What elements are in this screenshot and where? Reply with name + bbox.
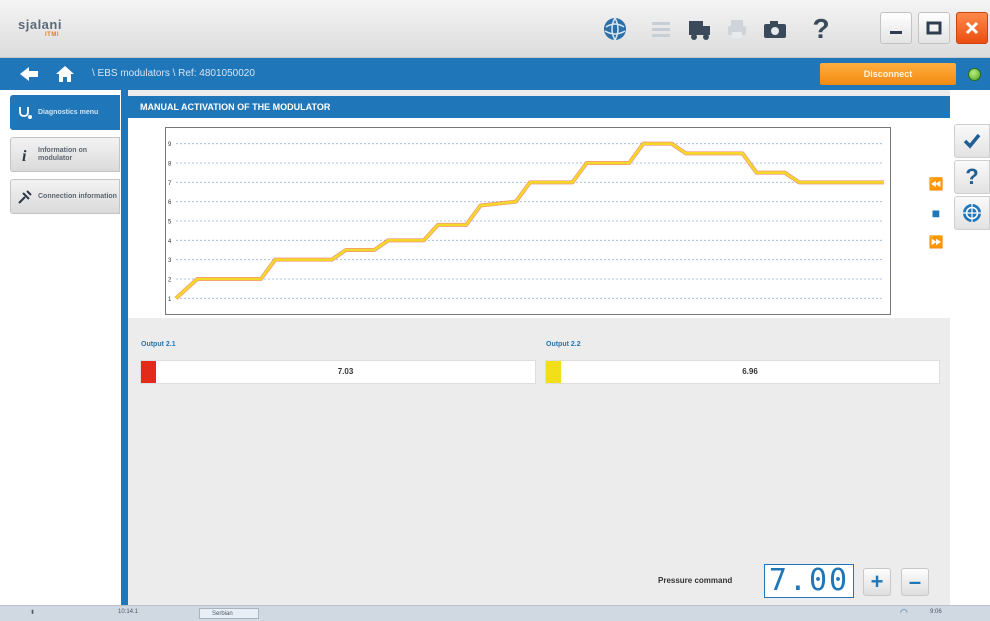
sidebar-item-connection-info[interactable]: Connection information: [10, 179, 120, 214]
truck-icon[interactable]: [684, 14, 714, 44]
minimize-button[interactable]: [880, 12, 912, 44]
right-toolbar: ?: [950, 90, 990, 605]
app-logo: sjalani ITMI: [18, 17, 62, 38]
pressure-chart: 1 2 3 4 5 6 7 8 9: [165, 127, 891, 315]
connection-icon: [17, 189, 33, 205]
main-panel: MANUAL ACTIVATION OF THE MODULATOR 1 2 3 4 5…: [128, 90, 950, 605]
forward-button[interactable]: ⏩: [925, 231, 947, 253]
output-2-1-swatch: [141, 361, 156, 383]
y-tick-label: 4: [168, 239, 172, 245]
rewind-button[interactable]: ⏪: [925, 173, 947, 195]
disconnect-button[interactable]: Disconnect: [820, 63, 956, 85]
panel-title: MANUAL ACTIVATION OF THE MODULATOR: [128, 96, 950, 118]
breadcrumb-bar: \ EBS modulators \ Ref: 4801050020 Disco…: [0, 58, 990, 90]
output-2-2-swatch: [546, 361, 561, 383]
taskbar: ⬍ 10:14:1 Serbian ◠ 9:06: [0, 605, 990, 621]
chart-area: 1 2 3 4 5 6 7 8 9 ⏪ ■ ⏩: [128, 118, 950, 318]
taskbar-time-text: 10:14:1: [118, 609, 139, 615]
output-2-1-bar: 7.03: [140, 360, 536, 384]
taskbar-clock: 9:06: [930, 609, 942, 615]
stethoscope-icon: [17, 105, 33, 121]
printer-icon[interactable]: [722, 14, 752, 44]
home-icon[interactable]: [54, 64, 76, 84]
output-2-1-value: 7.03: [337, 367, 354, 376]
svg-text:i: i: [22, 148, 27, 163]
sidebar-item-modulator-info[interactable]: i Information on modulator: [10, 137, 120, 172]
close-button[interactable]: [956, 12, 988, 44]
stop-button[interactable]: ■: [925, 202, 947, 224]
top-toolbar: sjalani ITMI ?: [0, 0, 990, 58]
y-tick-label: 3: [168, 258, 172, 264]
increase-pressure-button[interactable]: +: [863, 568, 891, 596]
target-button[interactable]: [954, 196, 990, 230]
pressure-command-label: Pressure command: [658, 576, 733, 585]
decrease-pressure-button[interactable]: –: [901, 568, 929, 596]
help-button[interactable]: ?: [954, 160, 990, 194]
camera-icon[interactable]: [760, 14, 790, 44]
wifi-icon: ◠: [900, 607, 908, 617]
y-tick-label: 1: [168, 297, 172, 303]
y-tick-label: 8: [168, 162, 172, 168]
sidebar-divider: [121, 90, 128, 605]
info-icon: i: [17, 147, 33, 163]
chart-svg: 1 2 3 4 5 6 7 8 9: [168, 141, 884, 303]
output-2-1-label: Output 2.1: [141, 341, 176, 348]
y-tick-label: 6: [168, 200, 172, 206]
y-tick-label: 9: [168, 142, 172, 148]
y-tick-label: 5: [168, 220, 172, 226]
breadcrumb: \ EBS modulators \ Ref: 4801050020: [92, 68, 255, 79]
target-icon: [963, 204, 981, 222]
help-icon[interactable]: ?: [806, 13, 836, 44]
pressure-command-display: 7.00: [764, 564, 854, 598]
taskbar-task[interactable]: Serbian: [199, 608, 259, 619]
maximize-button[interactable]: [918, 12, 950, 44]
connection-status-icon: [968, 68, 981, 81]
taskbar-pin-icon[interactable]: ⬍: [30, 609, 35, 616]
y-tick-label: 7: [168, 181, 172, 187]
validate-button[interactable]: [954, 124, 990, 158]
globe-icon[interactable]: [600, 14, 630, 44]
output-2-2-bar: 6.96: [545, 360, 940, 384]
back-arrow-icon[interactable]: [18, 64, 40, 84]
output-2-2-value: 6.96: [742, 367, 758, 376]
sidebar: Diagnostics menu i Information on modula…: [0, 90, 121, 605]
y-tick-label: 2: [168, 278, 172, 284]
output-2-2-label: Output 2.2: [546, 341, 581, 348]
check-icon: [963, 133, 981, 149]
sidebar-item-diagnostics-menu[interactable]: Diagnostics menu: [10, 95, 120, 130]
help-icon: ?: [965, 164, 979, 189]
list-icon[interactable]: [646, 14, 676, 44]
